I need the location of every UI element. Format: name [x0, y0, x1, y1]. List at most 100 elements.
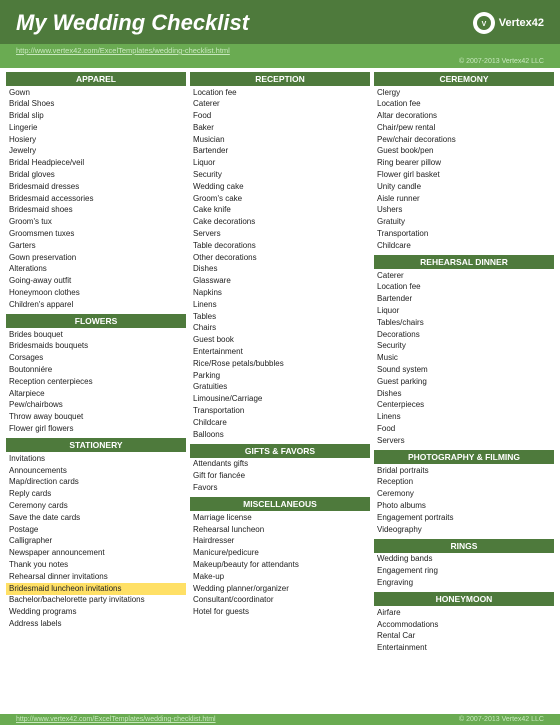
list-item: Cake knife — [190, 205, 370, 217]
list-item: Engagement portraits — [374, 512, 554, 524]
section-header-2-2: PHOTOGRAPHY & FILMING — [374, 450, 554, 464]
list-item: Map/direction cards — [6, 477, 186, 489]
svg-text:V: V — [481, 21, 486, 28]
list-item: Address labels — [6, 618, 186, 630]
list-item: Gift for fiancée — [190, 471, 370, 483]
list-item: Hotel for guests — [190, 607, 370, 619]
list-item: Unity candle — [374, 181, 554, 193]
list-item: Photo albums — [374, 501, 554, 513]
list-item: Wedding cake — [190, 181, 370, 193]
list-item: Boutonniére — [6, 365, 186, 377]
list-item: Guest book — [190, 335, 370, 347]
list-item: Rice/Rose petals/bubbles — [190, 358, 370, 370]
list-item: Ceremony cards — [6, 501, 186, 513]
list-item: Location fee — [374, 99, 554, 111]
header-url[interactable]: http://www.vertex42.com/ExcelTemplates/w… — [0, 44, 560, 57]
list-item: Throw away bouquet — [6, 412, 186, 424]
list-item: Engagement ring — [374, 566, 554, 578]
list-item: Bridesmaid dresses — [6, 181, 186, 193]
list-item: Bridesmaid shoes — [6, 205, 186, 217]
list-item: Guest book/pen — [374, 146, 554, 158]
section-header-0-1: FLOWERS — [6, 314, 186, 328]
list-item: Invitations — [6, 453, 186, 465]
list-item: Entertainment — [190, 347, 370, 359]
list-item: Chairs — [190, 323, 370, 335]
section-header-1-1: GIFTS & FAVORS — [190, 444, 370, 458]
list-item: Airfare — [374, 607, 554, 619]
list-item: Centerpieces — [374, 400, 554, 412]
list-item: Bridesmaid accessories — [6, 193, 186, 205]
list-item: Bachelor/bachelorette party invitations — [6, 595, 186, 607]
logo: V Vertex42 — [473, 12, 544, 34]
list-item: Rehearsal luncheon — [190, 524, 370, 536]
list-item: Servers — [190, 229, 370, 241]
list-item: Ushers — [374, 205, 554, 217]
list-item: Bartender — [190, 146, 370, 158]
list-item: Groom's tux — [6, 217, 186, 229]
list-item: Bridal portraits — [374, 465, 554, 477]
list-item: Rental Car — [374, 631, 554, 643]
list-item: Entertainment — [374, 643, 554, 655]
logo-text: Vertex42 — [499, 17, 544, 29]
list-item: Calligrapher — [6, 536, 186, 548]
list-item: Caterer — [190, 99, 370, 111]
list-item: Ring bearer pillow — [374, 158, 554, 170]
list-item: Reception centerpieces — [6, 376, 186, 388]
list-item: Announcements — [6, 465, 186, 477]
list-item: Postage — [6, 524, 186, 536]
list-item: Food — [374, 424, 554, 436]
list-item: Hosiery — [6, 134, 186, 146]
list-item: Engraving — [374, 577, 554, 589]
list-item: Altar decorations — [374, 111, 554, 123]
list-item: Bridal gloves — [6, 170, 186, 182]
list-item: Flower girl flowers — [6, 424, 186, 436]
section-header-1-0: RECEPTION — [190, 72, 370, 86]
list-item: Reply cards — [6, 489, 186, 501]
list-item: Musician — [190, 134, 370, 146]
section-header-2-1: REHEARSAL DINNER — [374, 255, 554, 269]
list-item: Servers — [374, 435, 554, 447]
list-item: Newspaper announcement — [6, 548, 186, 560]
header-copyright: © 2007-2013 Vertex42 LLC — [0, 57, 560, 68]
list-item: Security — [190, 170, 370, 182]
list-item: Location fee — [190, 87, 370, 99]
list-item: Childcare — [374, 240, 554, 252]
list-item: Wedding programs — [6, 607, 186, 619]
page: My Wedding Checklist V Vertex42 http://w… — [0, 0, 560, 725]
list-item: Glassware — [190, 276, 370, 288]
list-item: Makeup/beauty for attendants — [190, 559, 370, 571]
list-item: Pew/chair decorations — [374, 134, 554, 146]
list-item: Jewelry — [6, 146, 186, 158]
list-item: Children's apparel — [6, 299, 186, 311]
list-item: Parking — [190, 370, 370, 382]
list-item: Liquor — [374, 306, 554, 318]
list-item: Bridal Shoes — [6, 99, 186, 111]
list-item: Make-up — [190, 571, 370, 583]
list-item: Accommodations — [374, 619, 554, 631]
list-item: Brides bouquet — [6, 329, 186, 341]
footer-url[interactable]: http://www.vertex42.com/ExcelTemplates/w… — [16, 716, 216, 723]
section-header-1-2: MISCELLANEOUS — [190, 497, 370, 511]
list-item: Childcare — [190, 417, 370, 429]
header: My Wedding Checklist V Vertex42 — [0, 0, 560, 44]
list-item: Wedding bands — [374, 554, 554, 566]
list-item: Guest parking — [374, 376, 554, 388]
list-item: Bridal slip — [6, 111, 186, 123]
list-item: Location fee — [374, 282, 554, 294]
list-item: Aisle runner — [374, 193, 554, 205]
list-item: Going-away outfit — [6, 276, 186, 288]
list-item: Liquor — [190, 158, 370, 170]
list-item: Cake decorations — [190, 217, 370, 229]
footer-copyright: © 2007-2013 Vertex42 LLC — [459, 716, 544, 723]
section-header-0-0: APPAREL — [6, 72, 186, 86]
list-item: Napkins — [190, 288, 370, 300]
page-title: My Wedding Checklist — [16, 10, 249, 36]
list-item: Wedding planner/organizer — [190, 583, 370, 595]
list-item: Transportation — [190, 406, 370, 418]
list-item: Chair/pew rental — [374, 122, 554, 134]
list-item: Rehearsal dinner invitations — [6, 571, 186, 583]
section-header-2-0: CEREMONY — [374, 72, 554, 86]
section-header-2-3: RINGS — [374, 539, 554, 553]
list-item: Gown — [6, 87, 186, 99]
list-item: Groom's cake — [190, 193, 370, 205]
